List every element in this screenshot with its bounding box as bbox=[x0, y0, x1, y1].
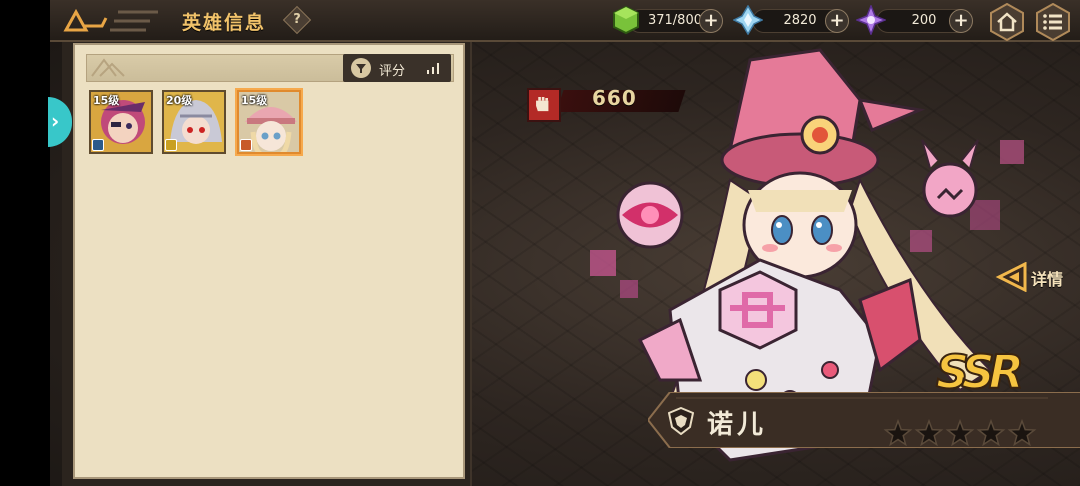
signal-bars-icon bbox=[427, 63, 439, 74]
crystal-counter: 2820 + bbox=[752, 9, 849, 33]
star-icon bbox=[883, 418, 913, 447]
hero-card-selected[interactable]: 15级 bbox=[237, 90, 301, 154]
panel-ornament-icon bbox=[91, 58, 125, 77]
blue-crystal-icon bbox=[733, 5, 763, 35]
add-crystal-button[interactable]: + bbox=[825, 9, 849, 33]
rarity-label: SSR bbox=[935, 344, 1025, 400]
hero-level: 20级 bbox=[166, 94, 193, 107]
hero-level: 15级 bbox=[93, 94, 120, 107]
hero-level: 15级 bbox=[241, 94, 268, 107]
chevron-right-icon: › bbox=[51, 109, 60, 133]
screen-edge bbox=[0, 0, 50, 486]
shield-class-icon bbox=[668, 407, 694, 435]
home-button[interactable] bbox=[988, 3, 1026, 41]
star-rating bbox=[883, 418, 1037, 447]
sort-label: 评分 bbox=[379, 64, 406, 79]
fist-icon bbox=[527, 88, 561, 122]
power-value: 660 bbox=[592, 86, 637, 110]
class-badge-icon bbox=[240, 139, 252, 151]
star-icon bbox=[945, 418, 975, 447]
gem-counter: 200 + bbox=[876, 9, 973, 33]
hero-name: 诺儿 bbox=[707, 410, 768, 440]
add-stamina-button[interactable]: + bbox=[699, 9, 723, 33]
add-gem-button[interactable]: + bbox=[949, 9, 973, 33]
star-icon bbox=[914, 418, 944, 447]
stamina-counter: 371/800 + bbox=[628, 9, 723, 33]
help-label: ? bbox=[293, 12, 301, 27]
page-title: 英雄信息 bbox=[182, 12, 267, 34]
sort-button[interactable]: 评分 bbox=[343, 54, 451, 82]
detail-label: 详情 bbox=[1031, 270, 1064, 289]
detail-button[interactable]: 详情 bbox=[995, 262, 1073, 292]
filter-icon bbox=[351, 58, 371, 78]
hero-card[interactable]: 20级 bbox=[162, 90, 226, 154]
menu-button[interactable] bbox=[1034, 3, 1072, 41]
star-icon bbox=[976, 418, 1006, 447]
star-icon bbox=[1007, 418, 1037, 447]
green-cube-icon bbox=[613, 5, 639, 35]
game-screen: 英雄信息 ? 371/800 + 2820 + 200 + 评分 › 15级 2… bbox=[0, 0, 1080, 486]
hero-card[interactable]: 15级 bbox=[89, 90, 153, 154]
purple-star-icon bbox=[856, 5, 886, 35]
class-badge-icon bbox=[165, 139, 177, 151]
back-logo-icon[interactable] bbox=[62, 8, 162, 34]
detail-arrow-icon bbox=[995, 262, 1027, 292]
class-badge-icon bbox=[92, 139, 104, 151]
